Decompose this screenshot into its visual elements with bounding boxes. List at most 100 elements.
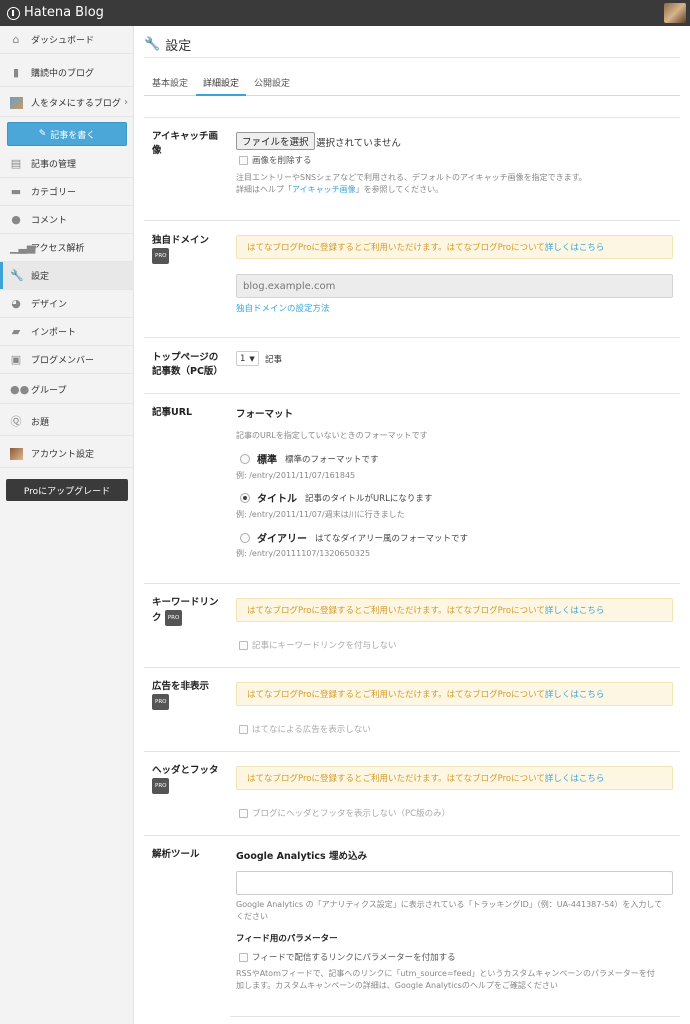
sidebar-item-label: コメント [31,216,68,226]
pro-notice: はてなブログProに登録するとご利用いただけます。はてなブログProについて 詳し… [236,682,673,706]
chevron-right-icon: › [124,97,128,108]
write-article-button[interactable]: ✎ 記事を書く [7,122,127,146]
sidebar-item-subscribed[interactable]: ▮ 購読中のブログ [0,59,134,87]
sidebar: ⌂ ダッシュボード ▮ 購読中のブログ 人をタメにするブログ › ✎ 記事を書く… [0,26,134,1024]
sidebar-item-label: アクセス解析 [31,244,85,254]
pro-notice-link[interactable]: 詳しくはこちら [545,241,605,253]
page-header: 🔧 設定 [144,33,191,55]
radio-title[interactable] [240,492,250,503]
feed-param-checkbox-row[interactable]: フィードで配信するリンクにパラメーターを付加する [239,951,456,963]
section-divider [144,583,680,584]
sidebar-item-label: グループ [31,386,67,396]
sidebar-item-topics[interactable]: Ⓠ お題 [0,408,134,436]
sidebar-item-label: アカウント設定 [31,450,95,460]
section-divider [144,337,680,338]
user-avatar[interactable] [664,3,686,23]
pro-notice-link[interactable]: 詳しくはこちら [545,772,605,784]
radio-standard[interactable] [240,453,250,464]
label-line: キーワードリン [152,597,219,608]
tab-public[interactable]: 公開設定 [254,76,290,89]
wrench-icon: 🔧 [10,269,24,282]
domain-help-link[interactable]: 独自ドメインの設定方法 [236,302,330,314]
account-thumbnail-icon [10,448,23,460]
eyecatch-note: 注目エントリーやSNSシェアなどで利用される、デフォルトのアイキャッチ画像を指定… [236,172,676,196]
radio-diary[interactable] [240,532,250,543]
sidebar-item-dashboard[interactable]: ⌂ ダッシュボード [0,26,134,54]
pro-notice-link[interactable]: 詳しくはこちら [545,604,605,616]
sidebar-item-settings[interactable]: 🔧 設定 [0,262,134,290]
ga-heading: Google Analytics 埋め込み [236,851,368,862]
caret-down-icon: ▼ [249,354,255,363]
sidebar-item-analytics[interactable]: ▁▃▅ アクセス解析 [0,234,134,262]
comment-icon: ● [11,213,21,226]
edit-icon: ✎ [38,129,47,139]
sidebar-item-import[interactable]: ▰ インポート [0,318,134,346]
file-status: 選択されていません [316,138,401,149]
domain-label: 独自ドメイン PRO [152,234,209,264]
topic-icon: Ⓠ [10,415,22,428]
eyecatch-note-line2: 詳細はヘルプ「アイキャッチ画像」を参照してください。 [236,184,676,196]
feed-param-checkbox[interactable] [239,952,248,962]
analytics-label: 解析ツール [152,849,200,860]
domain-input[interactable]: blog.example.com [236,274,673,298]
pro-upgrade-button[interactable]: Proにアップグレード [6,479,128,501]
top-count-label: トップページの 記事数（PC版） [152,351,223,379]
sidebar-item-members[interactable]: ▣ ブログメンバー [0,346,134,374]
delete-image-row[interactable]: 画像を削除する [239,154,312,166]
sidebar-blog-name: 人をタメにするブログ [31,99,121,109]
checkbox-label: はてなによる広告を表示しない [252,725,371,735]
checkbox-label: フィードで配信するリンクにパラメーターを付加する [252,953,456,963]
sidebar-item-groups[interactable]: ●● グループ [0,376,134,404]
sidebar-item-design[interactable]: ◕ デザイン [0,290,134,318]
sidebar-item-comments[interactable]: ● コメント [0,206,134,234]
delete-image-label: 画像を削除する [252,156,312,166]
feed-note-line: 加します。カスタムキャンペーンの詳細は、Google Analyticsのヘルプ… [236,981,558,990]
top-count-select[interactable]: 1 ▼ [236,351,259,366]
sidebar-item-label: 設定 [31,272,50,282]
tab-basic[interactable]: 基本設定 [152,76,188,89]
sidebar-item-categories[interactable]: ▬ カテゴリー [0,178,134,206]
top-bar: Hatena Blog [0,0,690,26]
checkbox-label: ブログにヘッダとフッタを表示しない（PC版のみ） [252,809,451,819]
sidebar-item-account[interactable]: アカウント設定 [0,440,134,468]
hatena-blog-logo[interactable]: Hatena Blog [7,5,104,21]
header-footer-label: ヘッダとフッタ PRO [152,764,219,794]
truck-icon: ▰ [11,325,21,338]
url-option-standard[interactable]: 標準 標準のフォーマットです [240,451,379,466]
url-option-example: 例: /entry/2011/11/07/週末は川に行きました [236,510,405,519]
pro-notice-link[interactable]: 詳しくはこちら [545,688,605,700]
option-desc: 記事のタイトルがURLになります [305,493,433,504]
blog-thumbnail-icon [10,97,23,109]
top-count-unit: 記事 [265,355,283,365]
url-option-diary[interactable]: ダイアリー はてなダイアリー風のフォーマットです [240,530,468,545]
sidebar-item-label: ブログメンバー [31,356,95,366]
ads-checkbox [239,724,248,734]
write-article-label: 記事を書く [50,130,96,141]
sidebar-item-articles[interactable]: ▤ 記事の管理 [0,150,134,178]
section-divider [144,667,680,668]
settings-tabs: 基本設定 詳細設定 公開設定 [144,68,680,96]
eyecatch-help-link[interactable]: アイキャッチ画像 [292,185,356,194]
page-title: 設定 [165,38,192,54]
choose-file-button[interactable]: ファイルを選択 [236,132,315,150]
ads-label: 広告を非表示 PRO [152,680,209,710]
top-count-value: 1 [240,353,246,364]
header-footer-label-text: ヘッダとフッタ [152,765,219,776]
option-desc: はてなダイアリー風のフォーマットです [315,533,469,544]
sidebar-item-label: デザイン [31,300,68,310]
url-option-example: 例: /entry/20111107/1320650325 [236,549,371,558]
delete-image-checkbox[interactable] [239,155,248,165]
pro-notice: はてなブログProに登録するとご利用いただけます。はてなブログProについて 詳し… [236,766,673,790]
section-divider [144,117,680,118]
ga-tracking-id-input[interactable] [236,871,673,895]
url-option-title[interactable]: タイトル 記事のタイトルがURLになります [240,490,432,505]
label-line: 記事数（PC版） [152,366,223,377]
sidebar-item-blog[interactable]: 人をタメにするブログ › [0,89,134,117]
pro-notice-text: はてなブログProに登録するとご利用いただけます。はてなブログProについて [247,606,545,616]
keyword-label: キーワードリン ク PRO [152,596,227,626]
member-card-icon: ▣ [10,353,22,366]
domain-label-text: 独自ドメイン [152,235,210,246]
folder-icon: ▬ [10,185,22,198]
tab-advanced[interactable]: 詳細設定 [203,76,239,89]
section-divider [144,835,680,836]
